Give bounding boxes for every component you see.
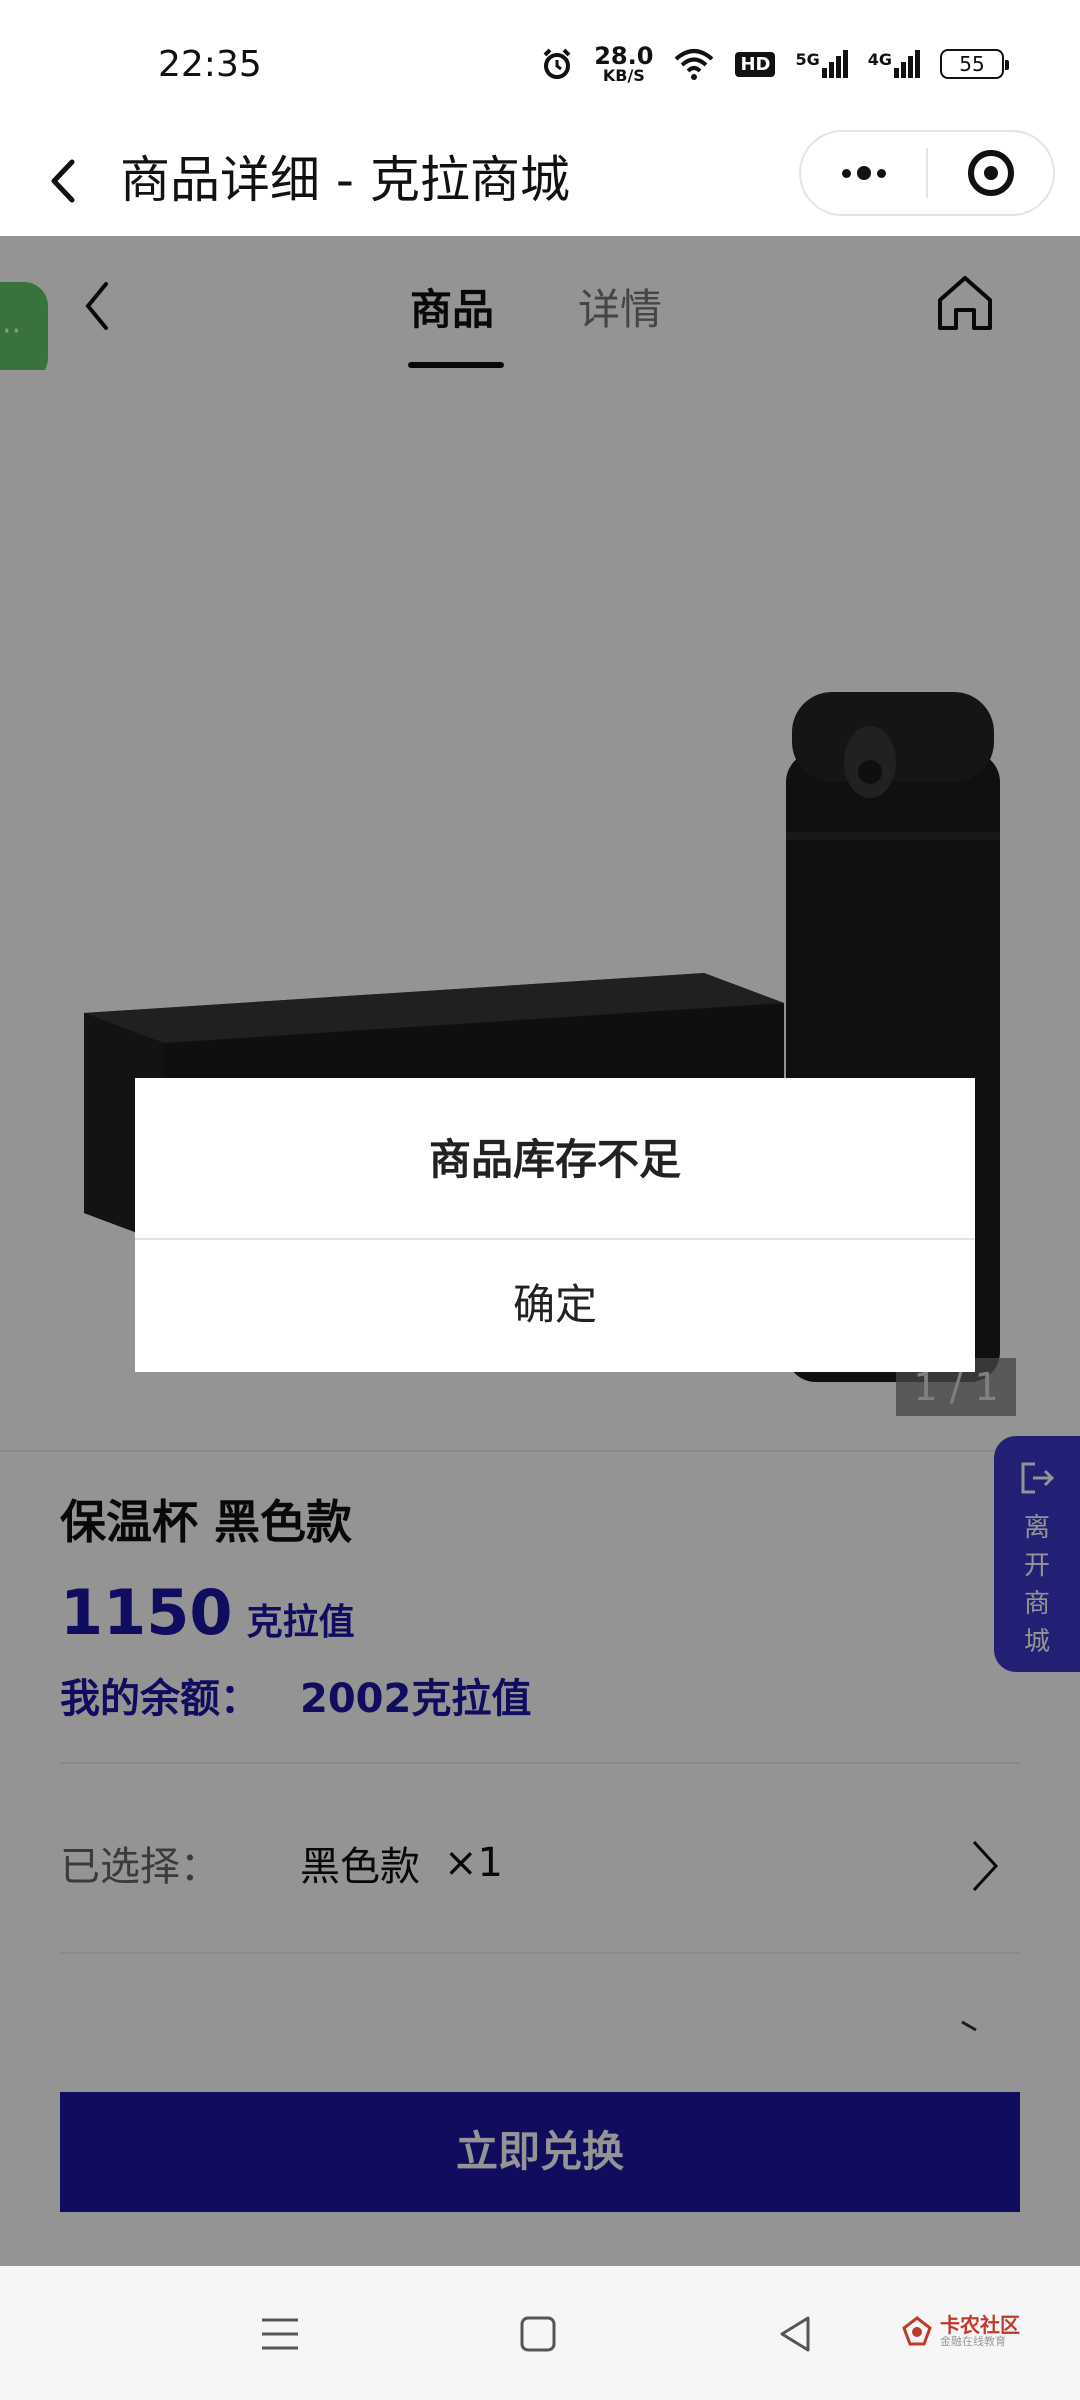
speed-value: 28.0 [594, 42, 654, 70]
status-icons: 28.0 KB/S HD 5G 4G 55 [540, 44, 1009, 84]
watermark-main: 卡农社区 [940, 2312, 1020, 2337]
capsule-menu [799, 130, 1055, 216]
close-miniprogram-button[interactable] [928, 132, 1053, 214]
more-dots-icon [841, 166, 886, 180]
watermark: 卡农社区 金融在线教育 [900, 2314, 1020, 2348]
battery-icon: 55 [940, 49, 1009, 79]
signal-5g-icon: 5G [795, 50, 848, 78]
back-icon[interactable] [38, 146, 98, 216]
menu-icon[interactable] [252, 2306, 308, 2362]
hd-badge: HD [735, 51, 776, 77]
signal-5g-label: 5G [795, 50, 820, 69]
signal-4g-label: 4G [867, 50, 892, 69]
more-button[interactable] [801, 132, 926, 214]
close-target-icon [967, 150, 1014, 196]
alarm-icon [543, 48, 571, 79]
home-square-icon[interactable] [510, 2306, 566, 2362]
dialog-message: 商品库存不足 [135, 1078, 975, 1240]
dialog-confirm-button[interactable]: 确定 [135, 1240, 975, 1370]
status-time: 22:35 [158, 44, 262, 85]
page-title: 商品详细 - 克拉商城 [120, 151, 570, 209]
speed-unit: KB/S [602, 66, 645, 85]
alert-dialog: 商品库存不足 确定 [135, 1078, 975, 1372]
watermark-sub: 金融在线教育 [940, 2334, 1006, 2348]
signal-4g-icon: 4G [868, 50, 920, 78]
wifi-icon [675, 49, 714, 80]
status-bar: 22:35 28.0 KB/S HD 5G 4G 55 [0, 0, 1080, 130]
miniprogram-nav-bar: 商品详细 - 克拉商城 [0, 130, 1080, 236]
network-speed: 28.0 KB/S [594, 44, 653, 84]
kanong-logo-icon [902, 2316, 932, 2346]
back-triangle-icon[interactable] [768, 2306, 824, 2362]
